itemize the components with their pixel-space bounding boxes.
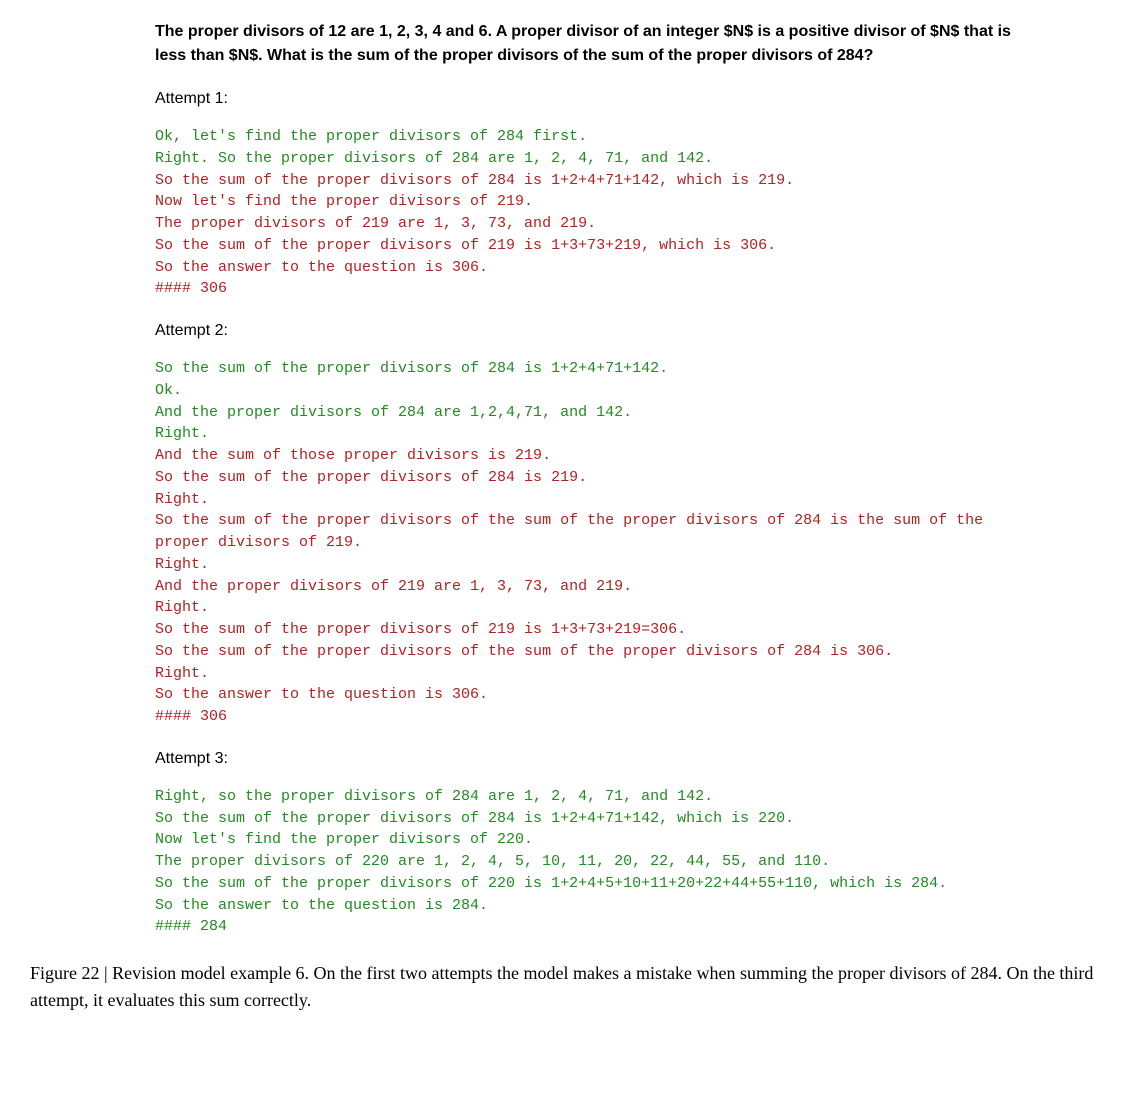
code-line: So the answer to the question is 284. — [155, 897, 488, 914]
code-line: So the sum of the proper divisors of the… — [155, 512, 992, 551]
figure-caption: Figure 22 | Revision model example 6. On… — [30, 960, 1108, 1014]
code-line: Right. — [155, 491, 209, 508]
code-line: Right. — [155, 425, 209, 442]
code-line: So the sum of the proper divisors of 219… — [155, 237, 776, 254]
code-line: #### 306 — [155, 708, 227, 725]
code-line: The proper divisors of 220 are 1, 2, 4, … — [155, 853, 830, 870]
code-line: So the sum of the proper divisors of 284… — [155, 469, 587, 486]
code-line: And the sum of those proper divisors is … — [155, 447, 551, 464]
code-line: Right. So the proper divisors of 284 are… — [155, 150, 713, 167]
code-line: So the sum of the proper divisors of 284… — [155, 172, 794, 189]
code-line: So the answer to the question is 306. — [155, 686, 488, 703]
question-text: The proper divisors of 12 are 1, 2, 3, 4… — [155, 20, 1038, 68]
code-line: Ok. — [155, 382, 182, 399]
attempt1-label: Attempt 1: — [155, 90, 1118, 108]
code-line: And the proper divisors of 219 are 1, 3,… — [155, 578, 632, 595]
code-line: Right. — [155, 599, 209, 616]
code-line: So the sum of the proper divisors of 284… — [155, 810, 794, 827]
code-line: Now let's find the proper divisors of 22… — [155, 831, 533, 848]
code-line: So the answer to the question is 306. — [155, 259, 488, 276]
code-line: The proper divisors of 219 are 1, 3, 73,… — [155, 215, 596, 232]
code-line: Right. — [155, 665, 209, 682]
attempt1-code: Ok, let's find the proper divisors of 28… — [155, 126, 1038, 300]
code-line: So the sum of the proper divisors of the… — [155, 643, 893, 660]
attempt2-label: Attempt 2: — [155, 322, 1118, 340]
code-line: Right, so the proper divisors of 284 are… — [155, 788, 713, 805]
code-line: And the proper divisors of 284 are 1,2,4… — [155, 404, 632, 421]
attempt2-code: So the sum of the proper divisors of 284… — [155, 358, 1038, 728]
code-line: Ok, let's find the proper divisors of 28… — [155, 128, 587, 145]
attempt3-code: Right, so the proper divisors of 284 are… — [155, 786, 1038, 938]
attempt3-label: Attempt 3: — [155, 750, 1118, 768]
code-line: So the sum of the proper divisors of 219… — [155, 621, 686, 638]
code-line: #### 284 — [155, 918, 227, 935]
code-line: #### 306 — [155, 280, 227, 297]
code-line: So the sum of the proper divisors of 220… — [155, 875, 947, 892]
code-line: Right. — [155, 556, 209, 573]
code-line: Now let's find the proper divisors of 21… — [155, 193, 533, 210]
code-line: So the sum of the proper divisors of 284… — [155, 360, 668, 377]
